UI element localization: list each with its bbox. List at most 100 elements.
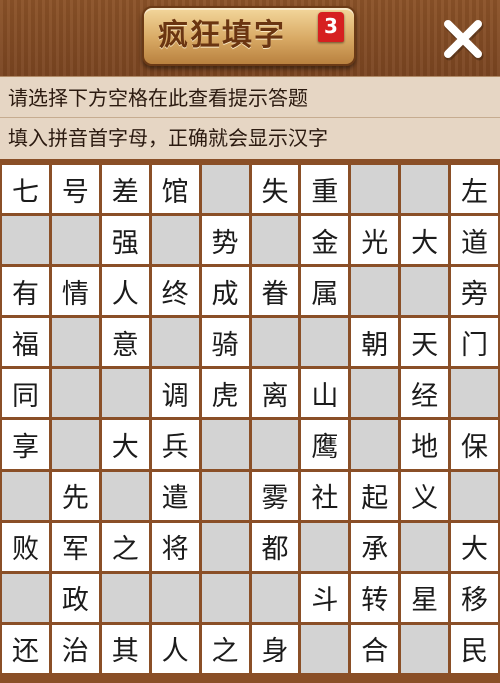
grid-cell[interactable]: 终 <box>151 267 199 316</box>
grid-cell[interactable]: 遣 <box>151 471 199 520</box>
close-button[interactable] <box>440 16 486 62</box>
grid-blocked-cell <box>201 573 249 622</box>
grid-cell[interactable]: 福 <box>2 318 49 367</box>
grid-blocked-cell <box>351 267 399 316</box>
grid-cell[interactable]: 民 <box>451 624 498 673</box>
grid-cell[interactable]: 调 <box>151 369 199 418</box>
grid-cell[interactable]: 享 <box>2 420 49 469</box>
close-icon <box>444 20 484 61</box>
grid-cell[interactable]: 馆 <box>151 165 199 214</box>
grid-cell[interactable]: 义 <box>401 471 449 520</box>
grid-cell[interactable]: 鹰 <box>301 420 349 469</box>
grid-cell[interactable]: 离 <box>251 369 299 418</box>
grid-cell[interactable]: 旁 <box>451 267 498 316</box>
grid-cell[interactable]: 星 <box>401 573 449 622</box>
title-plaque: 疯狂填字 3 <box>142 6 356 66</box>
grid-blocked-cell <box>201 471 249 520</box>
grid-cell[interactable]: 经 <box>401 369 449 418</box>
grid-blocked-cell <box>351 420 399 469</box>
grid-blocked-cell <box>401 624 449 673</box>
grid-blocked-cell <box>2 216 49 265</box>
grid-cell[interactable]: 光 <box>351 216 399 265</box>
hint-panel: 请选择下方空格在此查看提示答题 填入拼音首字母，正确就会显示汉字 <box>0 76 500 161</box>
grid-cell[interactable]: 道 <box>451 216 498 265</box>
grid-blocked-cell <box>101 573 149 622</box>
grid-cell[interactable]: 雾 <box>251 471 299 520</box>
grid-cell[interactable]: 号 <box>51 165 99 214</box>
grid-blocked-cell <box>301 624 349 673</box>
grid-cell[interactable]: 天 <box>401 318 449 367</box>
grid-blocked-cell <box>51 216 99 265</box>
grid-cell[interactable]: 斗 <box>301 573 349 622</box>
grid-cell[interactable]: 属 <box>301 267 349 316</box>
grid-cell[interactable]: 政 <box>51 573 99 622</box>
grid-cell[interactable]: 先 <box>51 471 99 520</box>
grid-cell[interactable]: 虎 <box>201 369 249 418</box>
grid-blocked-cell <box>251 216 299 265</box>
grid-blocked-cell <box>51 420 99 469</box>
grid-blocked-cell <box>251 573 299 622</box>
grid-blocked-cell <box>101 369 149 418</box>
grid-cell[interactable]: 眷 <box>251 267 299 316</box>
grid-cell[interactable]: 兵 <box>151 420 199 469</box>
grid-cell[interactable]: 山 <box>301 369 349 418</box>
grid-cell[interactable]: 人 <box>151 624 199 673</box>
game-title: 疯狂填字 <box>158 18 286 53</box>
grid-cell[interactable]: 骑 <box>201 318 249 367</box>
grid-cell[interactable]: 社 <box>301 471 349 520</box>
grid-cell[interactable]: 都 <box>251 522 299 571</box>
grid-cell[interactable]: 金 <box>301 216 349 265</box>
grid-cell[interactable]: 转 <box>351 573 399 622</box>
grid-cell[interactable]: 左 <box>451 165 498 214</box>
grid-cell[interactable]: 失 <box>251 165 299 214</box>
grid-cell[interactable]: 有 <box>2 267 49 316</box>
grid-blocked-cell <box>51 369 99 418</box>
grid-cell[interactable]: 朝 <box>351 318 399 367</box>
grid-cell[interactable]: 大 <box>101 420 149 469</box>
grid-cell[interactable]: 七 <box>2 165 49 214</box>
grid-cell[interactable]: 门 <box>451 318 498 367</box>
grid-cell[interactable]: 同 <box>2 369 49 418</box>
header-bar: 疯狂填字 3 <box>0 0 500 76</box>
grid-cell[interactable]: 之 <box>101 522 149 571</box>
grid-cell[interactable]: 势 <box>201 216 249 265</box>
grid-blocked-cell <box>301 318 349 367</box>
grid-cell[interactable]: 重 <box>301 165 349 214</box>
grid-cell[interactable]: 其 <box>101 624 149 673</box>
grid-cell[interactable]: 人 <box>101 267 149 316</box>
grid-blocked-cell <box>301 522 349 571</box>
grid-blocked-cell <box>401 522 449 571</box>
grid-cell[interactable]: 移 <box>451 573 498 622</box>
grid-cell[interactable]: 起 <box>351 471 399 520</box>
grid-blocked-cell <box>151 573 199 622</box>
grid-cell[interactable]: 地 <box>401 420 449 469</box>
grid-blocked-cell <box>51 318 99 367</box>
grid-cell[interactable]: 将 <box>151 522 199 571</box>
grid-cell[interactable]: 治 <box>51 624 99 673</box>
grid-cell[interactable]: 差 <box>101 165 149 214</box>
grid-cell[interactable]: 成 <box>201 267 249 316</box>
grid-blocked-cell <box>351 165 399 214</box>
grid-blocked-cell <box>401 267 449 316</box>
grid-cell[interactable]: 之 <box>201 624 249 673</box>
grid-cell[interactable]: 大 <box>451 522 498 571</box>
grid-blocked-cell <box>201 420 249 469</box>
grid-cell[interactable]: 情 <box>51 267 99 316</box>
grid-cell[interactable]: 败 <box>2 522 49 571</box>
grid-blocked-cell <box>201 522 249 571</box>
grid-cell[interactable]: 保 <box>451 420 498 469</box>
grid-blocked-cell <box>101 471 149 520</box>
hint-instruction-pinyin: 填入拼音首字母，正确就会显示汉字 <box>8 126 328 150</box>
grid-cell[interactable]: 强 <box>101 216 149 265</box>
crossword-grid: 七号差馆失重左强势金光大道有情人终成眷属旁福意骑朝天门同调虎离山经享大兵鹰地保先… <box>0 165 500 673</box>
grid-cell[interactable]: 意 <box>101 318 149 367</box>
grid-blocked-cell <box>451 369 498 418</box>
grid-cell[interactable]: 还 <box>2 624 49 673</box>
grid-cell[interactable]: 承 <box>351 522 399 571</box>
grid-cell[interactable]: 合 <box>351 624 399 673</box>
grid-cell[interactable]: 身 <box>251 624 299 673</box>
grid-blocked-cell <box>401 165 449 214</box>
grid-blocked-cell <box>2 573 49 622</box>
grid-cell[interactable]: 军 <box>51 522 99 571</box>
grid-cell[interactable]: 大 <box>401 216 449 265</box>
